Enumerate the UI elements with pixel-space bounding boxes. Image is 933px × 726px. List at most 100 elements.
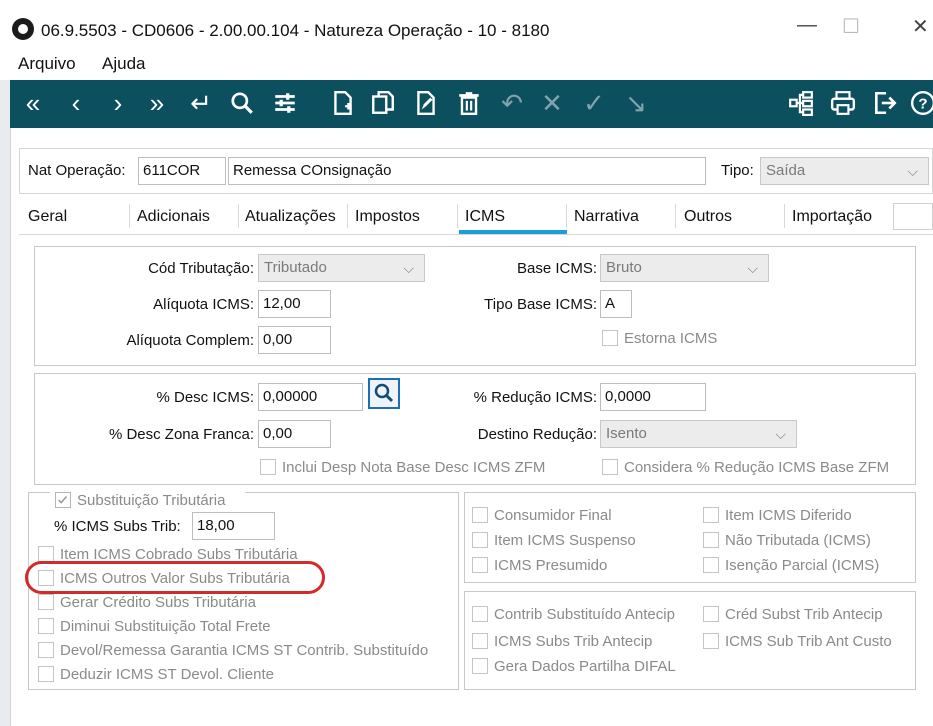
lookup-button[interactable] bbox=[368, 378, 400, 409]
tab-separator bbox=[457, 204, 458, 228]
tab-overflow[interactable] bbox=[893, 203, 933, 230]
copy-icon[interactable] bbox=[368, 88, 398, 118]
contrib-substituido-checkbox[interactable] bbox=[472, 606, 488, 622]
toolbar: « ‹ › » ↵ ↶ ✕ ✓ ↘ ? bbox=[10, 80, 933, 128]
item-icms-suspenso-checkbox[interactable] bbox=[472, 532, 488, 548]
edit-icon[interactable] bbox=[411, 88, 441, 118]
nao-tributada-checkbox[interactable] bbox=[703, 532, 719, 548]
estorna-icms-checkbox[interactable] bbox=[602, 330, 618, 346]
search-icon[interactable] bbox=[227, 88, 257, 118]
tab-geral[interactable]: Geral bbox=[28, 208, 67, 226]
desc-zona-franca-field[interactable]: 0,00 bbox=[258, 420, 331, 448]
nat-operacao-label: Nat Operação: bbox=[28, 162, 126, 179]
gera-dados-partilha-label: Gera Dados Partilha DIFAL bbox=[494, 658, 676, 675]
destino-reducao-select[interactable]: Isento ⌵ bbox=[600, 420, 797, 448]
goto-icon[interactable]: ↵ bbox=[186, 88, 216, 118]
subst-trib-label: Substituição Tributária bbox=[77, 492, 226, 509]
confirm-icon[interactable]: ✓ bbox=[579, 88, 609, 118]
filter-icon[interactable] bbox=[270, 88, 300, 118]
gera-dados-partilha-checkbox[interactable] bbox=[472, 658, 488, 674]
nat-code-field[interactable]: 611COR bbox=[138, 157, 226, 185]
close-button[interactable]: ✕ bbox=[912, 14, 929, 39]
menu-ajuda[interactable]: Ajuda bbox=[102, 54, 145, 74]
devol-remessa-label: Devol/Remessa Garantia ICMS ST Contrib. … bbox=[60, 642, 429, 659]
considera-reducao-checkbox[interactable] bbox=[602, 459, 618, 475]
item-icms-cobrado-checkbox[interactable] bbox=[38, 546, 54, 562]
base-icms-value: Bruto bbox=[606, 259, 642, 276]
isencao-parcial-label: Isenção Parcial (ICMS) bbox=[725, 557, 880, 574]
icms-subs-trib-field[interactable]: 18,00 bbox=[192, 512, 275, 540]
delete-icon[interactable] bbox=[454, 88, 484, 118]
devol-remessa-checkbox[interactable] bbox=[38, 642, 54, 658]
inclui-desp-checkbox[interactable] bbox=[260, 459, 276, 475]
print-icon[interactable] bbox=[828, 88, 858, 118]
destino-reducao-value: Isento bbox=[606, 425, 647, 442]
cod-tributacao-select[interactable]: Tributado ⌵ bbox=[258, 254, 425, 282]
tab-outros[interactable]: Outros bbox=[684, 208, 732, 226]
cancel-icon[interactable]: ✕ bbox=[537, 88, 567, 118]
base-icms-label: Base ICMS: bbox=[516, 260, 597, 277]
icms-sub-trib-custo-label: ICMS Sub Trib Ant Custo bbox=[725, 633, 892, 650]
cod-tributacao-label: Cód Tributação: bbox=[148, 260, 254, 277]
new-icon[interactable] bbox=[328, 88, 358, 118]
tab-separator bbox=[238, 204, 239, 228]
item-icms-diferido-checkbox[interactable] bbox=[703, 507, 719, 523]
hierarchy-icon[interactable] bbox=[786, 88, 816, 118]
nao-tributada-label: Não Tributada (ICMS) bbox=[725, 532, 871, 549]
undo-icon[interactable]: ↶ bbox=[497, 88, 527, 118]
app-logo-icon bbox=[12, 18, 34, 40]
aliquota-complem-field[interactable]: 0,00 bbox=[258, 326, 331, 354]
tipo-base-icms-field[interactable]: A bbox=[600, 290, 632, 318]
tab-bar-line bbox=[19, 234, 933, 235]
first-icon[interactable]: « bbox=[18, 88, 48, 118]
desc-icms-field[interactable]: 0,00000 bbox=[258, 383, 363, 411]
consumidor-final-checkbox[interactable] bbox=[472, 507, 488, 523]
search-icon bbox=[374, 383, 394, 403]
destino-reducao-label: Destino Redução: bbox=[477, 426, 597, 443]
maximize-button[interactable]: ☐ bbox=[842, 14, 860, 39]
diminui-subst-checkbox[interactable] bbox=[38, 618, 54, 634]
icms-presumido-checkbox[interactable] bbox=[472, 557, 488, 573]
icms-sub-trib-custo-checkbox[interactable] bbox=[703, 633, 719, 649]
commit-icon[interactable]: ↘ bbox=[621, 88, 651, 118]
desc-zona-franca-label: % Desc Zona Franca: bbox=[108, 426, 254, 443]
help-icon[interactable]: ? bbox=[908, 88, 933, 118]
cred-subst-trib-checkbox[interactable] bbox=[703, 606, 719, 622]
last-icon[interactable]: » bbox=[142, 88, 172, 118]
minimize-button[interactable]: — bbox=[797, 14, 817, 37]
deduzir-icms-st-checkbox[interactable] bbox=[38, 666, 54, 682]
inclui-desp-label: Inclui Desp Nota Base Desc ICMS ZFM bbox=[282, 459, 546, 476]
menu-arquivo[interactable]: Arquivo bbox=[18, 54, 76, 74]
base-icms-select[interactable]: Bruto ⌵ bbox=[600, 254, 769, 282]
chevron-down-icon: ⌵ bbox=[747, 260, 758, 276]
previous-icon[interactable]: ‹ bbox=[61, 88, 91, 118]
cod-tributacao-value: Tributado bbox=[264, 259, 327, 276]
isencao-parcial-checkbox[interactable] bbox=[703, 557, 719, 573]
exit-icon[interactable] bbox=[870, 88, 900, 118]
check-icon bbox=[58, 495, 68, 504]
tipo-base-icms-label: Tipo Base ICMS: bbox=[484, 296, 597, 313]
background-strip bbox=[0, 0, 10, 726]
tab-impostos[interactable]: Impostos bbox=[355, 208, 420, 226]
nat-desc-field[interactable]: Remessa COnsignação bbox=[228, 157, 706, 185]
gerar-credito-checkbox[interactable] bbox=[38, 594, 54, 610]
gerar-credito-label: Gerar Crédito Subs Tributária bbox=[60, 594, 256, 611]
tab-narrativa[interactable]: Narrativa bbox=[574, 208, 639, 226]
tab-adicionais[interactable]: Adicionais bbox=[137, 208, 210, 226]
window-title: 06.9.5503 - CD0606 - 2.00.00.104 - Natur… bbox=[41, 21, 550, 40]
tab-icms[interactable]: ICMS bbox=[465, 208, 505, 226]
subst-trib-checkbox[interactable] bbox=[55, 492, 71, 508]
tab-separator bbox=[675, 204, 676, 228]
aliquota-icms-field[interactable]: 12,00 bbox=[258, 290, 331, 318]
tipo-select[interactable]: Saída ⌵ bbox=[760, 157, 929, 185]
icms-presumido-label: ICMS Presumido bbox=[494, 557, 608, 574]
icms-subs-trib-antecip-checkbox[interactable] bbox=[472, 633, 488, 649]
highlight-annotation bbox=[25, 561, 325, 594]
tab-importacao[interactable]: Importação bbox=[792, 208, 872, 226]
tab-atualizacoes[interactable]: Atualizações bbox=[245, 208, 336, 226]
next-icon[interactable]: › bbox=[103, 88, 133, 118]
desc-icms-label: % Desc ICMS: bbox=[156, 389, 254, 406]
reducao-icms-field[interactable]: 0,0000 bbox=[600, 383, 706, 411]
chevron-down-icon: ⌵ bbox=[403, 260, 414, 276]
cred-subst-trib-label: Créd Subst Trib Antecip bbox=[725, 606, 883, 623]
